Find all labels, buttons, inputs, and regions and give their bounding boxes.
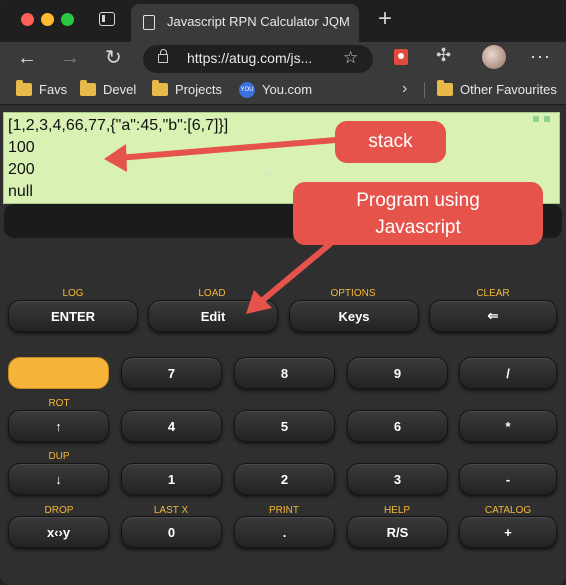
extension-icon[interactable] bbox=[394, 49, 408, 65]
backspace-button[interactable]: ⇐ bbox=[429, 300, 557, 332]
favourite-label: Devel bbox=[103, 82, 137, 97]
key-7[interactable]: 7 bbox=[121, 357, 222, 389]
key-0[interactable]: 0 bbox=[121, 516, 222, 548]
favourites-divider bbox=[424, 82, 425, 98]
favourite-label: Other Favourites bbox=[460, 82, 557, 97]
favourites-bar: Favs Devel Projects YOU You.com Other Fa… bbox=[0, 76, 566, 105]
minimize-window-button[interactable] bbox=[41, 13, 54, 26]
fn-label-options: OPTIONS bbox=[330, 288, 376, 299]
favourite-projects[interactable]: Projects bbox=[152, 80, 232, 100]
folder-icon bbox=[437, 80, 453, 96]
key-6[interactable]: 6 bbox=[347, 410, 448, 442]
new-tab-button[interactable]: + bbox=[378, 7, 392, 31]
reload-icon[interactable]: ↻ bbox=[105, 45, 122, 71]
key-9[interactable]: 9 bbox=[347, 357, 448, 389]
stack-line: [1,2,3,4,66,77,{"a":45,"b":[6,7]}] bbox=[8, 117, 229, 134]
key-divide[interactable]: / bbox=[459, 357, 557, 389]
close-window-button[interactable] bbox=[21, 13, 34, 26]
key-subtract[interactable]: - bbox=[459, 463, 557, 495]
stack-callout: stack bbox=[335, 121, 446, 163]
favourite-devel[interactable]: Devel bbox=[80, 80, 144, 100]
key-add[interactable]: + bbox=[459, 516, 557, 548]
favourite-favs[interactable]: Favs bbox=[16, 80, 76, 100]
you-com-icon: YOU bbox=[239, 82, 255, 98]
folder-icon bbox=[16, 80, 32, 96]
program-callout-line: Program using bbox=[356, 190, 480, 211]
stack-line: 200 bbox=[8, 161, 35, 178]
key-1[interactable]: 1 bbox=[121, 463, 222, 495]
add-favourite-icon[interactable]: ☆ bbox=[343, 48, 358, 68]
key-3[interactable]: 3 bbox=[347, 463, 448, 495]
key-2[interactable]: 2 bbox=[234, 463, 335, 495]
fn-label-help: HELP bbox=[383, 505, 411, 516]
url-text[interactable]: https://atug.com/js... bbox=[187, 50, 342, 68]
key-decimal[interactable]: . bbox=[234, 516, 335, 548]
lock-icon[interactable] bbox=[158, 49, 168, 63]
display-indicator bbox=[544, 116, 550, 122]
program-callout: Program using Javascript bbox=[293, 182, 543, 245]
folder-icon bbox=[152, 80, 168, 96]
forward-icon[interactable]: → bbox=[60, 45, 80, 71]
fn-label-drop: DROP bbox=[44, 505, 74, 516]
fn-label-print: PRINT bbox=[269, 505, 299, 516]
display-indicator bbox=[533, 116, 539, 122]
avatar[interactable] bbox=[482, 45, 506, 69]
fn-label-load: LOAD bbox=[198, 288, 226, 299]
tab-bar: Javascript RPN Calculator JQM + bbox=[0, 0, 566, 42]
tab-actions-icon[interactable] bbox=[99, 12, 115, 26]
address-bar[interactable]: https://atug.com/js... ☆ bbox=[143, 45, 373, 73]
keys-button[interactable]: Keys bbox=[289, 300, 419, 332]
tab-active[interactable]: Javascript RPN Calculator JQM bbox=[131, 4, 359, 42]
chevron-right-icon[interactable]: › bbox=[402, 80, 407, 98]
key-8[interactable]: 8 bbox=[234, 357, 335, 389]
browser-window: Javascript RPN Calculator JQM + ← → ↻ ht… bbox=[0, 0, 566, 585]
swap-button[interactable]: x‹›y bbox=[8, 516, 109, 548]
tab-title: Javascript RPN Calculator JQM bbox=[167, 14, 350, 29]
favourite-other-favourites[interactable]: Other Favourites bbox=[437, 80, 557, 100]
enter-button[interactable]: ENTER bbox=[8, 300, 138, 332]
stack-line: null bbox=[8, 183, 33, 200]
back-icon[interactable]: ← bbox=[17, 45, 37, 71]
puzzle-icon[interactable]: ✣ bbox=[436, 45, 451, 66]
fn-label-rot: ROT bbox=[48, 398, 70, 409]
edit-button[interactable]: Edit bbox=[148, 300, 278, 332]
favourite-label: You.com bbox=[262, 82, 313, 97]
resize-mark bbox=[265, 171, 270, 176]
stack-line: 100 bbox=[8, 139, 35, 156]
fn-label-catalog: CATALOG bbox=[484, 505, 532, 516]
fn-label-clear: CLEAR bbox=[476, 288, 510, 299]
roll-down-button[interactable]: ↓ bbox=[8, 463, 109, 495]
fn-label-last-x: LAST X bbox=[153, 505, 189, 516]
favourite-label: Projects bbox=[175, 82, 222, 97]
fn-label-dup: DUP bbox=[48, 451, 70, 462]
favourite-you-com[interactable]: YOU You.com bbox=[239, 82, 319, 100]
roll-up-button[interactable]: ↑ bbox=[8, 410, 109, 442]
navigation-bar: ← → ↻ https://atug.com/js... ☆ bbox=[0, 42, 566, 76]
key-5[interactable]: 5 bbox=[234, 410, 335, 442]
folder-icon bbox=[80, 80, 96, 96]
key-multiply[interactable]: * bbox=[459, 410, 557, 442]
more-icon[interactable]: ··· bbox=[530, 46, 551, 67]
fn-label-log: LOG bbox=[62, 288, 84, 299]
maximize-window-button[interactable] bbox=[61, 13, 74, 26]
favourite-label: Favs bbox=[39, 82, 68, 97]
program-callout-line: Javascript bbox=[375, 217, 461, 238]
run-stop-button[interactable]: R/S bbox=[347, 516, 448, 548]
key-4[interactable]: 4 bbox=[121, 410, 222, 442]
shift-button[interactable] bbox=[8, 357, 109, 389]
page-icon bbox=[143, 15, 155, 30]
